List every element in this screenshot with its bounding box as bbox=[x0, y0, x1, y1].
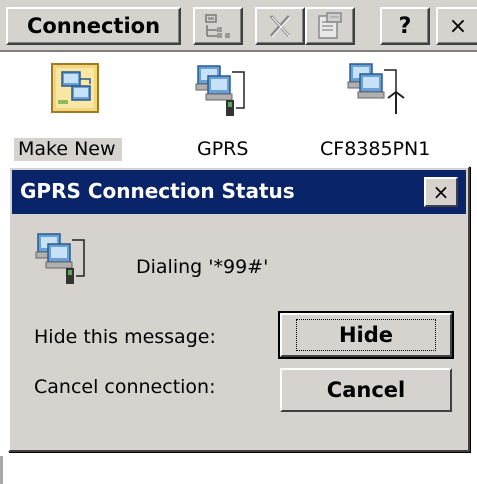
dialog-title: GPRS Connection Status bbox=[20, 179, 295, 203]
delete-icon bbox=[266, 12, 294, 40]
delete-button[interactable] bbox=[255, 7, 305, 45]
connection-status-dialog: GPRS Connection Status × Dialing '*99#' … bbox=[8, 166, 470, 452]
toolbar: Connection ? × bbox=[0, 0, 477, 52]
connection-menu-label: Connection bbox=[26, 14, 161, 38]
cancel-button[interactable]: Cancel bbox=[280, 368, 452, 412]
network-connection-icon[interactable] bbox=[194, 62, 246, 120]
dialog-titlebar[interactable]: GPRS Connection Status × bbox=[12, 170, 466, 214]
properties-icon bbox=[315, 11, 345, 41]
properties-button[interactable] bbox=[305, 7, 355, 45]
help-label: ? bbox=[398, 13, 412, 39]
hide-button[interactable]: Hide bbox=[278, 311, 454, 359]
hide-button-label: Hide bbox=[295, 319, 437, 351]
cancel-connection-label: Cancel connection: bbox=[34, 376, 216, 398]
help-button[interactable]: ? bbox=[380, 7, 430, 45]
make-new-connection-icon[interactable] bbox=[50, 62, 102, 120]
view-details-button[interactable] bbox=[193, 7, 243, 45]
make-new-label[interactable]: Make New bbox=[14, 138, 122, 161]
cf8385pn1-label[interactable]: CF8385PN1 bbox=[320, 138, 430, 160]
connection-status-icon bbox=[34, 230, 90, 288]
dialing-status-text: Dialing '*99#' bbox=[136, 256, 269, 278]
cancel-button-label: Cancel bbox=[326, 378, 406, 402]
view-details-icon bbox=[203, 12, 233, 40]
dialog-close-button[interactable]: × bbox=[424, 177, 458, 207]
close-app-label: × bbox=[448, 13, 468, 39]
gprs-label[interactable]: GPRS bbox=[197, 138, 248, 160]
wireless-connection-icon[interactable] bbox=[346, 62, 405, 120]
close-icon: × bbox=[432, 180, 450, 204]
close-app-button[interactable]: × bbox=[436, 7, 477, 45]
left-edge-strip bbox=[0, 456, 3, 484]
connection-menu-button[interactable]: Connection bbox=[6, 7, 181, 45]
hide-message-label: Hide this message: bbox=[34, 326, 216, 348]
